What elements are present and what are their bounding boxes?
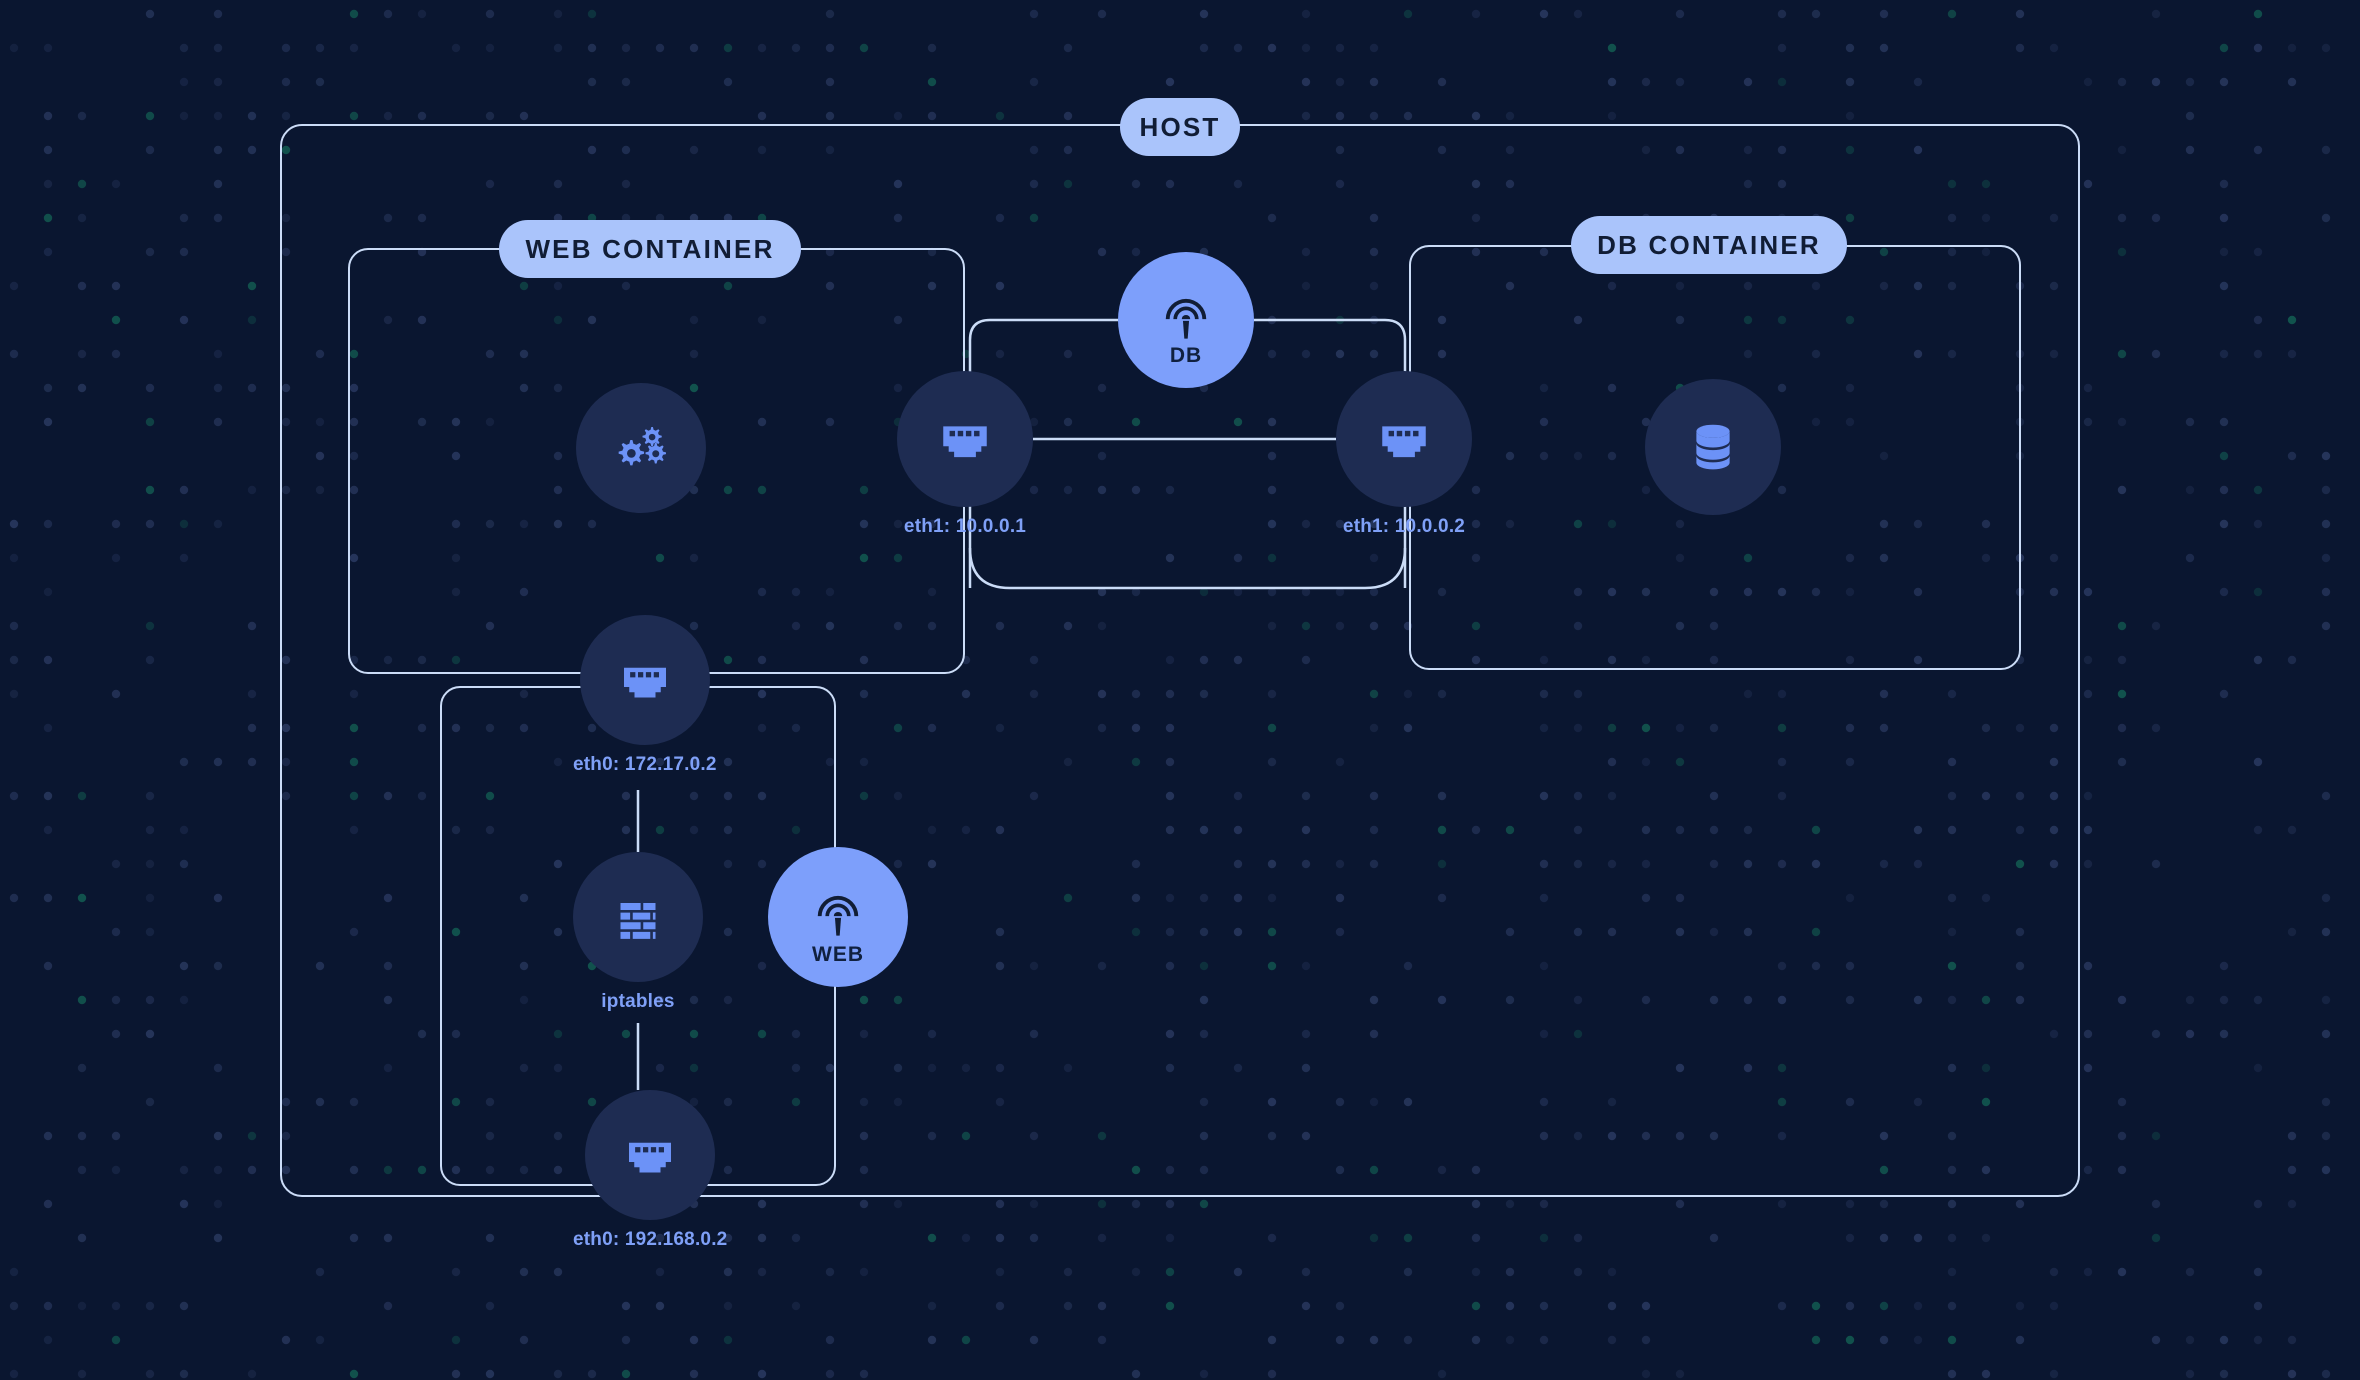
node-db-network[interactable]: DB [1118, 252, 1254, 388]
node-web-process[interactable] [576, 383, 706, 513]
web-network-caption: WEB [812, 943, 864, 966]
node-iptables[interactable]: iptables [573, 852, 703, 1013]
db-eth1-disc [1336, 371, 1472, 507]
db-container-pill-label: DB CONTAINER [1571, 216, 1847, 274]
ethernet-port-icon [629, 1142, 672, 1173]
db-store-disc [1645, 379, 1781, 515]
db-container-label-text: DB CONTAINER [1597, 229, 1821, 260]
node-web-network[interactable]: WEB [768, 847, 908, 987]
database-icon [1696, 424, 1730, 470]
network-topology-diagram: HOST WEB CONTAINER DB CONTAINER eth1: 10… [0, 0, 2360, 1380]
db-eth1-caption: eth1: 10.0.0.2 [1342, 516, 1466, 537]
web-eth1-caption: eth1: 10.0.0.1 [903, 516, 1027, 537]
node-web-eth1[interactable]: eth1: 10.0.0.1 [897, 371, 1033, 538]
broadcast-icon [1165, 298, 1207, 339]
iptables-caption: iptables [601, 991, 675, 1012]
web-container-pill-label: WEB CONTAINER [499, 220, 801, 278]
web-eth1-disc [897, 371, 1033, 507]
node-db-eth1[interactable]: eth1: 10.0.0.2 [1336, 371, 1472, 538]
host-label-text: HOST [1139, 111, 1221, 142]
firewall-brick-icon [620, 903, 656, 939]
node-db-store[interactable] [1645, 379, 1781, 515]
node-web-eth0-bridge[interactable]: eth0: 192.168.0.2 [573, 1090, 727, 1251]
web-network-disc: WEB [768, 847, 908, 987]
db-network-disc: DB [1118, 252, 1254, 388]
ethernet-port-icon [943, 426, 987, 458]
db-network-caption: DB [1169, 344, 1203, 367]
iptables-disc [573, 852, 703, 982]
gears-icon [618, 427, 666, 466]
web-process-disc [576, 383, 706, 513]
ethernet-port-icon [1382, 426, 1426, 458]
web-container-label-text: WEB CONTAINER [525, 233, 775, 264]
web-eth0-docker-caption: eth0: 172.17.0.2 [573, 754, 717, 775]
broadcast-icon [817, 895, 859, 936]
web-eth0-docker-disc [579, 615, 710, 745]
web-eth0-bridge-disc [585, 1090, 716, 1220]
web-eth0-bridge-caption: eth0: 192.168.0.2 [573, 1229, 728, 1250]
ethernet-port-icon [623, 667, 666, 698]
host-pill-label: HOST [1120, 98, 1240, 156]
node-web-eth0-docker[interactable]: eth0: 172.17.0.2 [573, 615, 717, 776]
